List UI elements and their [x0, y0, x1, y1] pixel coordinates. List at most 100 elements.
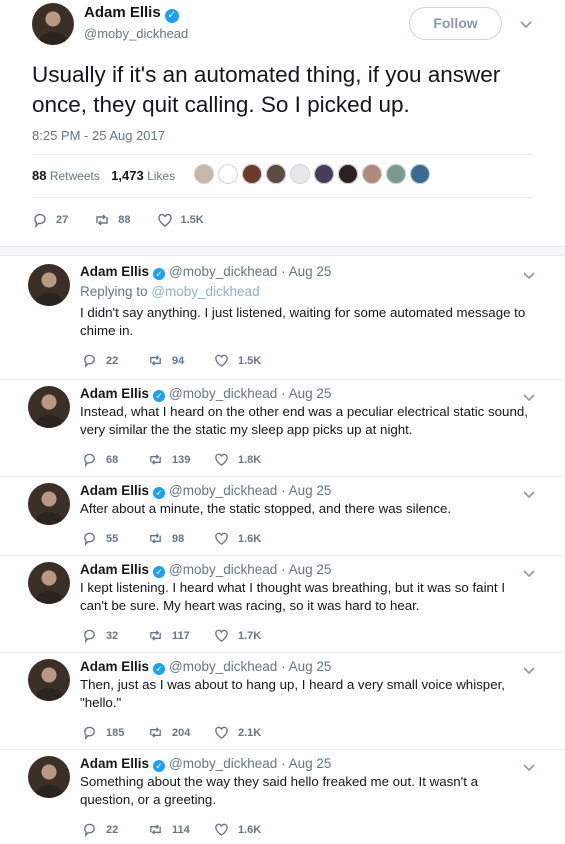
retweet-button[interactable]: 204 [148, 725, 214, 740]
like-button[interactable]: 1.6K [214, 531, 280, 546]
reply-text: After about a minute, the static stopped… [80, 501, 452, 516]
reply-count: 185 [106, 726, 125, 739]
reply-author-handle[interactable]: @moby_dickhead [169, 264, 277, 279]
like-button[interactable]: 1.7K [214, 628, 280, 643]
reply-count: 32 [106, 629, 119, 642]
retweet-button[interactable]: 88 [94, 212, 131, 228]
author-name-text[interactable]: Adam Ellis [84, 4, 161, 21]
like-button[interactable]: 2.1K [214, 725, 280, 740]
reply-date[interactable]: · Aug 25 [281, 386, 331, 401]
author-handle[interactable]: @moby_dickhead [84, 26, 188, 41]
reply-header: Adam Ellis ✓ @moby_dickhead · Aug 25 [80, 386, 331, 402]
reply-author-name[interactable]: Adam Ellis [80, 756, 149, 771]
tweet-text: Usually if it's an automated thing, if y… [32, 62, 501, 117]
liker-avatar[interactable] [409, 163, 431, 185]
liker-avatar[interactable] [289, 163, 311, 185]
reply-icon [34, 213, 46, 228]
author-name[interactable]: Adam Ellis ✓ [84, 4, 179, 23]
reply-button[interactable]: 27 [32, 212, 68, 228]
reply-author-name[interactable]: Adam Ellis [80, 483, 149, 498]
replying-to-handle[interactable]: @moby_dickhead [151, 284, 259, 299]
liker-avatar[interactable] [313, 163, 335, 185]
reply-author-handle[interactable]: @moby_dickhead [169, 483, 277, 498]
reply-count: 55 [106, 532, 119, 545]
reply-button[interactable]: 185 [82, 725, 148, 740]
reply-date[interactable]: · Aug 25 [281, 756, 331, 771]
chevron-down-icon[interactable] [522, 390, 536, 404]
avatar[interactable] [32, 3, 74, 45]
avatar[interactable] [28, 756, 70, 798]
retweet-count: 204 [172, 726, 191, 739]
reply-tweet[interactable]: Adam Ellis ✓ @moby_dickhead · Aug 25 Instea… [0, 386, 565, 472]
reply-text: I kept listening. I heard what I thought… [80, 580, 506, 613]
reply-button[interactable]: 22 [82, 822, 148, 837]
like-count: 1.7K [238, 629, 262, 642]
avatar[interactable] [28, 386, 70, 428]
reply-date[interactable]: · Aug 25 [281, 264, 331, 279]
chevron-down-icon[interactable] [522, 268, 536, 282]
reply-date[interactable]: · Aug 25 [281, 659, 331, 674]
retweets-stat[interactable]: 88 Retweets [32, 168, 100, 183]
reply-icon [84, 354, 95, 368]
retweet-button[interactable]: 139 [148, 452, 214, 467]
reply-button[interactable]: 22 [82, 353, 148, 368]
tweet-timestamp[interactable]: 8:25 PM - 25 Aug 2017 [32, 128, 165, 143]
like-count: 1.5K [238, 354, 262, 367]
reply-tweet[interactable]: Adam Ellis ✓ @moby_dickhead · Aug 25 I kept… [0, 562, 565, 648]
liker-avatar[interactable] [385, 163, 407, 185]
chevron-down-icon[interactable] [522, 760, 536, 774]
liker-avatar[interactable] [241, 163, 263, 185]
reply-author-name[interactable]: Adam Ellis [80, 659, 149, 674]
reply-tweet[interactable]: Adam Ellis ✓ @moby_dickhead · Aug 25 Then, … [0, 659, 565, 745]
like-button[interactable]: 1.5K [157, 212, 204, 228]
reply-tweet[interactable]: Adam Ellis ✓ @moby_dickhead · Aug 25 After … [0, 483, 565, 551]
avatar[interactable] [28, 562, 70, 604]
avatar[interactable] [28, 483, 70, 525]
reply-count: 27 [56, 214, 69, 226]
liker-avatar[interactable] [217, 163, 239, 185]
replying-to-label: Replying to [80, 284, 148, 299]
reply-button[interactable]: 32 [82, 628, 148, 643]
reply-author-name[interactable]: Adam Ellis [80, 264, 149, 279]
retweet-button[interactable]: 94 [148, 353, 214, 368]
reply-button[interactable]: 68 [82, 452, 148, 467]
likes-stat[interactable]: 1,473 Likes [111, 168, 175, 183]
reply-date[interactable]: · Aug 25 [281, 483, 331, 498]
retweet-icon [150, 355, 161, 366]
retweet-button[interactable]: 117 [148, 628, 214, 643]
reply-author-name[interactable]: Adam Ellis [80, 562, 149, 577]
reply-button[interactable]: 55 [82, 531, 148, 546]
like-count: 2.1K [238, 726, 262, 739]
like-button[interactable]: 1.8K [214, 452, 280, 467]
liker-avatar[interactable] [193, 163, 215, 185]
liker-avatar[interactable] [337, 163, 359, 185]
chevron-down-icon[interactable] [519, 17, 533, 31]
reply-tweet[interactable]: Adam Ellis ✓ @moby_dickhead · Aug 25 Someth… [0, 756, 565, 842]
reply-date[interactable]: · Aug 25 [281, 562, 331, 577]
retweets-label: Retweets [49, 169, 100, 183]
avatar[interactable] [28, 659, 70, 701]
like-button[interactable]: 1.6K [214, 822, 280, 837]
chevron-down-icon[interactable] [522, 566, 536, 580]
chevron-down-icon[interactable] [522, 663, 536, 677]
liker-avatar[interactable] [361, 163, 383, 185]
reply-author-handle[interactable]: @moby_dickhead [169, 386, 277, 401]
like-count: 1.8K [238, 453, 262, 466]
follow-button[interactable]: Follow [409, 7, 502, 40]
reply-tweet[interactable]: Adam Ellis ✓ @moby_dickhead · Aug 25 Replyi… [0, 264, 565, 373]
reply-author-handle[interactable]: @moby_dickhead [169, 562, 277, 577]
like-button[interactable]: 1.5K [214, 353, 280, 368]
reply-author-name[interactable]: Adam Ellis [80, 386, 149, 401]
chevron-down-icon[interactable] [522, 487, 536, 501]
retweet-count: 114 [172, 823, 190, 836]
retweet-count: 98 [172, 532, 185, 545]
retweet-icon [96, 214, 108, 226]
reply-author-handle[interactable]: @moby_dickhead [169, 659, 277, 674]
retweet-button[interactable]: 114 [148, 822, 214, 837]
heart-icon [215, 629, 228, 642]
avatar[interactable] [28, 264, 70, 306]
reply-author-handle[interactable]: @moby_dickhead [169, 756, 277, 771]
reply-text: Then, just as I was about to hang up, I … [80, 677, 505, 710]
liker-avatar[interactable] [265, 163, 287, 185]
retweet-button[interactable]: 98 [148, 531, 214, 546]
